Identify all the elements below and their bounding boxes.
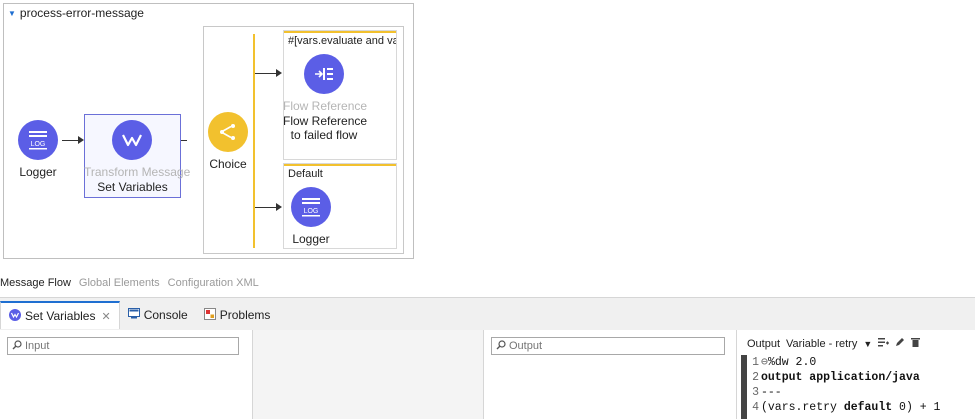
set-variables-icon [9, 308, 21, 324]
choice-label: Choice [209, 157, 247, 171]
delete-trash-icon[interactable] [911, 337, 921, 350]
transform-sub-label: Transform Message [84, 165, 191, 179]
dataweave-editor[interactable]: 1 ⊖ %dw 2.0 2 output application/java 3 --- … [741, 355, 975, 419]
editor-tabs: Message Flow Global Elements Configurati… [0, 277, 259, 289]
flow-title-label: process-error-message [19, 6, 144, 20]
code-text: (vars.retry [761, 401, 844, 414]
code-keyword: output application/java [761, 371, 920, 384]
flow-reference-label: Flow Reference [283, 114, 368, 128]
fold-icon[interactable]: ⊖ [761, 355, 768, 370]
search-icon [12, 339, 22, 353]
line-number: 1 [752, 356, 759, 369]
output-header: Output Variable - retry ▼ [747, 337, 921, 350]
flow-reference-label-2: to failed flow [290, 128, 358, 142]
line-number: 2 [752, 371, 759, 384]
code-line: 1 ⊖ %dw 2.0 [747, 355, 975, 370]
logger-icon-text: LOG [31, 141, 46, 148]
when-route-expression[interactable]: #[vars.evaluate and va... [284, 33, 396, 49]
arrow-head [276, 203, 282, 211]
logger-icon[interactable]: LOG [291, 187, 331, 227]
logger-icon[interactable]: LOG [18, 120, 58, 160]
default-route-label: Default [288, 168, 323, 180]
line-number: 3 [752, 386, 759, 399]
code-text: 0) + 1 [892, 401, 941, 414]
flow-arrow [181, 140, 187, 141]
tab-console-label: Console [143, 308, 188, 322]
tab-console[interactable]: Console [120, 301, 196, 329]
code-text: --- [761, 386, 782, 399]
choice-icon[interactable] [208, 112, 248, 152]
console-icon [127, 308, 140, 322]
flow-title[interactable]: ▼ process-error-message [8, 6, 144, 20]
logger-label: Logger [19, 165, 57, 179]
output-search[interactable] [491, 337, 725, 355]
close-icon[interactable]: ✕ [101, 310, 110, 323]
logger-icon-text: LOG [304, 208, 319, 215]
tab-set-variables[interactable]: Set Variables ✕ [0, 301, 120, 329]
line-number: 4 [752, 401, 759, 414]
input-search[interactable] [7, 337, 239, 355]
problems-icon [203, 307, 216, 323]
panel-tabs: Set Variables ✕ Console Problems [0, 301, 975, 329]
mapping-pane [253, 330, 483, 419]
tab-configuration-xml[interactable]: Configuration XML [168, 277, 259, 289]
tab-set-variables-label: Set Variables [25, 309, 96, 323]
tab-global-elements[interactable]: Global Elements [79, 277, 160, 289]
flow-reference-sub-label: Flow Reference [283, 99, 368, 113]
transform-label: Set Variables [97, 180, 168, 194]
code-line: 4 (vars.retry default 0) + 1 [747, 400, 975, 415]
transform-icon [112, 120, 152, 160]
list-add-icon[interactable] [878, 337, 890, 350]
output-label: Output [747, 337, 781, 350]
code-keyword: default [843, 401, 893, 414]
edit-pencil-icon[interactable] [895, 337, 905, 350]
search-icon [496, 339, 506, 353]
output-search-field[interactable] [509, 340, 724, 352]
input-search-field[interactable] [25, 340, 238, 352]
output-target-select[interactable]: Variable - retry [786, 338, 857, 350]
flow-reference-icon[interactable] [304, 54, 344, 94]
tab-message-flow[interactable]: Message Flow [0, 277, 71, 289]
tab-problems[interactable]: Problems [196, 301, 279, 329]
code-text: %dw 2.0 [767, 356, 817, 369]
dropdown-arrow-icon[interactable]: ▼ [863, 339, 872, 349]
tab-problems-label: Problems [219, 308, 271, 322]
choice-branch-bar [253, 34, 255, 248]
code-line: 2 output application/java [747, 370, 975, 385]
arrow-head [276, 69, 282, 77]
collapse-triangle-icon[interactable]: ▼ [8, 9, 16, 18]
code-line: 3 --- [747, 385, 975, 400]
logger-label: Logger [292, 232, 330, 246]
